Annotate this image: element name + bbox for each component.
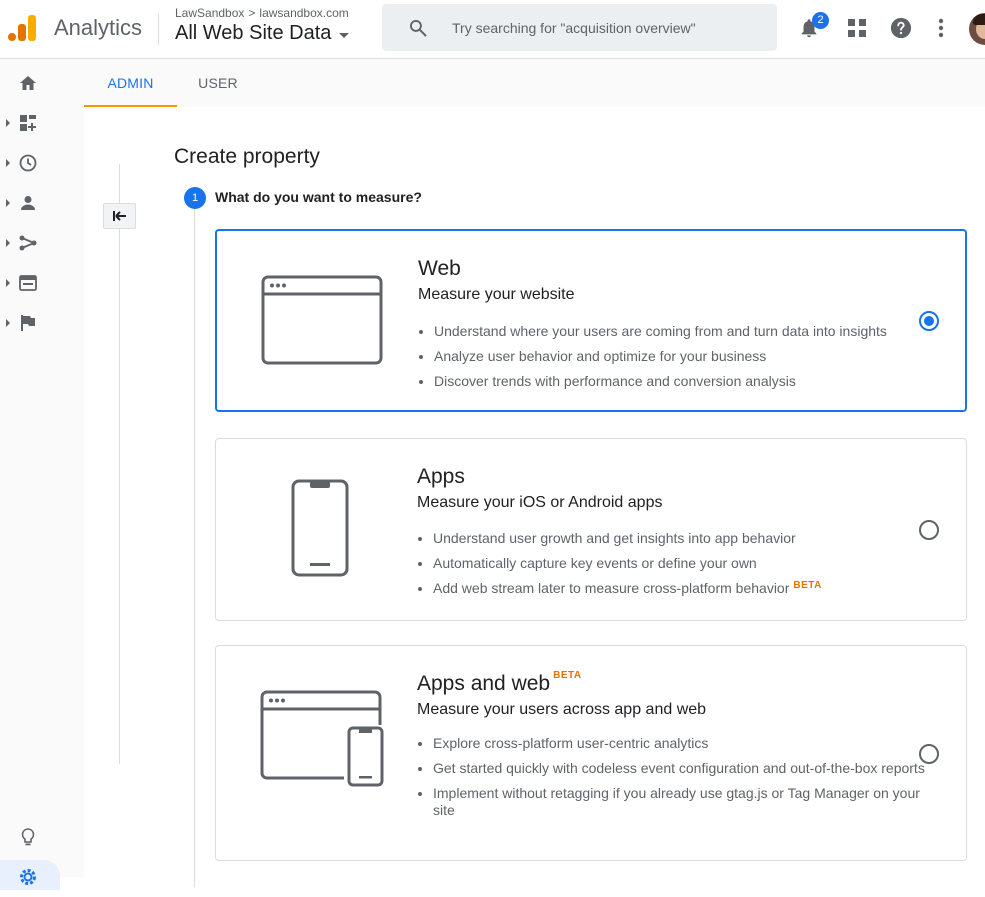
main-area: ADMIN USER Create property 1 What do you…: [84, 59, 985, 887]
stepper-line: [194, 197, 195, 887]
bullet-item: Implement without retagging if you alrea…: [433, 785, 938, 819]
apps-button[interactable]: [845, 16, 869, 40]
expand-arrow-icon: [6, 119, 10, 127]
expand-arrow-icon: [6, 159, 10, 167]
bullet-item: Add web stream later to measure cross-pl…: [433, 576, 822, 601]
search-input[interactable]: [450, 16, 764, 40]
option-bullets-apps-and-web: Explore cross-platform user-centric anal…: [417, 735, 938, 819]
nav-discover[interactable]: [0, 817, 56, 857]
option-title-apps-and-web: Apps and web BETA: [417, 670, 582, 696]
admin-user-tabs: ADMIN USER: [84, 59, 985, 107]
caret-down-icon: [339, 32, 350, 38]
breadcrumb-property: lawsandbox.com: [259, 6, 349, 20]
nav-customization[interactable]: [0, 103, 56, 143]
option-card-apps-and-web[interactable]: Apps and web BETA Measure your users acro…: [215, 645, 967, 861]
option-bullets-web: Understand where your users are coming f…: [418, 319, 887, 394]
more-vert-icon: [938, 18, 944, 38]
top-header: Analytics LawSandbox > lawsandbox.com All …: [0, 0, 985, 59]
step-number-badge: 1: [184, 187, 206, 209]
left-nav: [0, 59, 84, 890]
acquisition-icon: [19, 235, 37, 251]
nav-admin[interactable]: [0, 857, 56, 897]
nav-acquisition[interactable]: [0, 223, 56, 263]
expand-arrow-icon: [6, 199, 10, 207]
radio-apps-and-web[interactable]: [919, 744, 939, 764]
beta-badge: BETA: [553, 670, 582, 681]
page-title: Create property: [174, 145, 320, 168]
behavior-icon: [19, 275, 37, 291]
expand-arrow-icon: [6, 319, 10, 327]
option-subtitle-apps-and-web: Measure your users across app and web: [417, 701, 707, 718]
bullet-item: Get started quickly with codeless event …: [433, 760, 938, 777]
phone-icon: [291, 479, 349, 577]
step-question: What do you want to measure?: [215, 189, 422, 205]
bullet-item: Analyze user behavior and optimize for y…: [434, 344, 887, 369]
view-name: All Web Site Data: [175, 22, 332, 44]
expand-arrow-icon: [6, 239, 10, 247]
panel-column-line: [119, 164, 120, 764]
option-title-web: Web: [418, 257, 461, 280]
header-divider: [158, 13, 159, 45]
conversions-flag-icon: [21, 315, 35, 331]
admin-gear-icon: [20, 869, 36, 885]
breadcrumb-chevron: >: [248, 6, 256, 20]
beta-badge: BETA: [793, 580, 822, 591]
home-icon: [20, 76, 36, 90]
bullet-item: Automatically capture key events or defi…: [433, 551, 822, 576]
back-arrow-icon: [112, 211, 126, 221]
browser-window-icon: [261, 275, 383, 365]
audience-person-icon: [21, 196, 35, 210]
analytics-logo-icon[interactable]: [8, 13, 38, 43]
option-title-text: Apps and web: [417, 672, 551, 695]
bullet-item: Understand user growth and get insights …: [433, 526, 822, 551]
bullet-item: Understand where your users are coming f…: [434, 319, 887, 344]
breadcrumb[interactable]: LawSandbox > lawsandbox.com: [175, 6, 349, 20]
apps-grid-icon: [848, 19, 866, 37]
nav-home[interactable]: [0, 63, 56, 103]
avatar[interactable]: [969, 13, 985, 45]
radio-apps[interactable]: [919, 520, 939, 540]
create-property-panel: Create property 1 What do you want to me…: [84, 107, 985, 887]
back-button[interactable]: [103, 203, 136, 229]
customization-icon: [20, 115, 36, 131]
more-options-button[interactable]: [929, 16, 953, 40]
radio-web[interactable]: [919, 311, 939, 331]
bullet-text: Add web stream later to measure cross-pl…: [433, 580, 790, 596]
expand-arrow-icon: [6, 279, 10, 287]
nav-realtime[interactable]: [0, 143, 56, 183]
bullet-item: Discover trends with performance and con…: [434, 369, 887, 394]
view-selector[interactable]: All Web Site Data: [175, 22, 350, 45]
nav-audience[interactable]: [0, 183, 56, 223]
help-icon: [890, 17, 912, 39]
browser-and-phone-icon: [260, 690, 384, 787]
breadcrumb-account: LawSandbox: [175, 6, 245, 20]
tab-admin[interactable]: ADMIN: [84, 59, 177, 107]
option-title-apps: Apps: [417, 465, 465, 488]
option-subtitle-web: Measure your website: [418, 286, 575, 303]
option-subtitle-apps: Measure your iOS or Android apps: [417, 494, 663, 511]
option-card-web[interactable]: Web Measure your website Understand wher…: [215, 229, 967, 412]
search-box[interactable]: [382, 4, 777, 51]
avatar-hair: [973, 14, 985, 25]
realtime-clock-icon: [19, 154, 37, 172]
notification-badge: 2: [812, 12, 829, 29]
app-name[interactable]: Analytics: [54, 15, 142, 41]
tab-user[interactable]: USER: [180, 59, 256, 107]
lightbulb-icon: [21, 828, 35, 846]
nav-conversions[interactable]: [0, 303, 56, 343]
search-icon: [410, 20, 427, 37]
nav-behavior[interactable]: [0, 263, 56, 303]
option-card-apps[interactable]: Apps Measure your iOS or Android apps Un…: [215, 438, 967, 621]
bullet-item: Explore cross-platform user-centric anal…: [433, 735, 938, 752]
option-bullets-apps: Understand user growth and get insights …: [417, 526, 822, 601]
help-button[interactable]: [889, 16, 913, 40]
